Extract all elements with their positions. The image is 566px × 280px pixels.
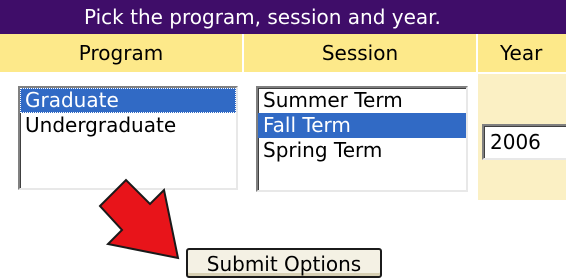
year-select[interactable]: 2006: [482, 124, 566, 160]
program-column-header: Program: [0, 34, 242, 72]
program-listbox[interactable]: Graduate Undergraduate: [18, 86, 238, 190]
year-cell: 2006: [478, 74, 566, 200]
session-listbox[interactable]: Summer Term Fall Term Spring Term: [256, 86, 468, 192]
options-form: Pick the program, session and year. Prog…: [0, 0, 566, 280]
submit-options-button[interactable]: Submit Options: [186, 248, 382, 278]
year-column-header: Year: [478, 34, 566, 72]
session-column-header: Session: [244, 34, 476, 72]
program-cell: Graduate Undergraduate: [0, 74, 242, 200]
form-title: Pick the program, session and year.: [84, 5, 441, 29]
program-option-undergraduate[interactable]: Undergraduate: [20, 113, 236, 138]
session-option-spring-term[interactable]: Spring Term: [258, 138, 466, 163]
program-option-graduate[interactable]: Graduate: [20, 88, 236, 113]
session-option-summer-term[interactable]: Summer Term: [258, 88, 466, 113]
form-header: Pick the program, session and year.: [0, 0, 566, 34]
session-option-fall-term[interactable]: Fall Term: [258, 113, 466, 138]
session-cell: Summer Term Fall Term Spring Term: [244, 74, 476, 200]
